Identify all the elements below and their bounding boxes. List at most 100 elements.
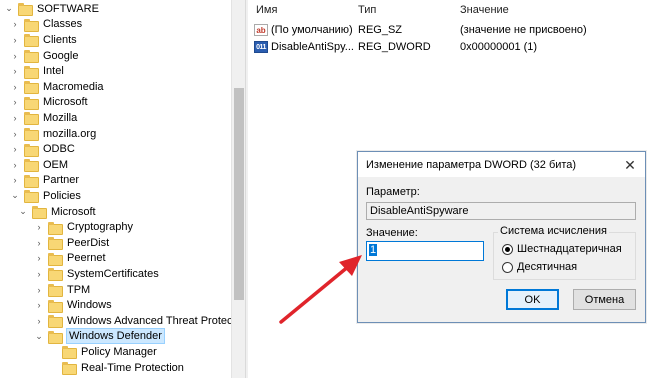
- chevron-right-icon[interactable]: ›: [10, 144, 20, 154]
- chevron-right-icon[interactable]: ›: [34, 222, 44, 232]
- tree-item-label: Windows Advanced Threat Protectio: [67, 314, 245, 327]
- tree-item[interactable]: › mozilla.org: [10, 126, 97, 142]
- folder-icon: [24, 112, 39, 126]
- chevron-right-icon[interactable]: ›: [10, 82, 20, 92]
- folder-icon: [24, 18, 39, 32]
- chevron-right-icon[interactable]: ›: [34, 269, 44, 279]
- chevron-down-icon[interactable]: ⌄: [34, 331, 44, 342]
- chevron-down-icon[interactable]: ⌄: [4, 3, 14, 14]
- value-input[interactable]: 1: [366, 241, 484, 261]
- tree-item-label: Real-Time Protection: [81, 361, 184, 374]
- folder-icon: [48, 252, 63, 266]
- tree-item[interactable]: › Windows: [34, 297, 113, 313]
- close-icon[interactable]: ✕: [615, 153, 645, 177]
- value-label: Значение:: [366, 227, 418, 239]
- tree-item-label: OEM: [43, 158, 69, 171]
- radio-hexadecimal[interactable]: Шестнадцатеричная: [502, 243, 622, 255]
- chevron-right-icon[interactable]: ›: [10, 129, 20, 139]
- registry-tree[interactable]: ⌄ SOFTWARE › Classes › Clients › Google › Intel › M…: [0, 0, 245, 378]
- param-label: Параметр:: [366, 186, 420, 198]
- tree-item[interactable]: › Clients: [10, 32, 78, 48]
- tree-item[interactable]: › Google: [10, 48, 79, 64]
- folder-icon: [62, 346, 77, 360]
- value-type: REG_SZ: [358, 23, 403, 36]
- folder-icon: [48, 315, 63, 329]
- tree-item[interactable]: ⌄ SOFTWARE: [4, 1, 100, 17]
- tree-item[interactable]: › Intel: [10, 63, 65, 79]
- tree-item[interactable]: › TPM: [34, 282, 91, 298]
- chevron-right-icon[interactable]: ›: [34, 253, 44, 263]
- tree-item[interactable]: ⌄ Microsoft: [18, 204, 97, 220]
- tree-item[interactable]: › Windows Advanced Threat Protectio: [34, 313, 245, 329]
- tree-item[interactable]: › Microsoft: [10, 95, 89, 111]
- folder-icon: [48, 268, 63, 282]
- tree-item[interactable]: › Macromedia: [10, 79, 105, 95]
- dialog-title: Изменение параметра DWORD (32 бита): [366, 158, 577, 171]
- folder-icon: [24, 81, 39, 95]
- chevron-right-icon[interactable]: ›: [10, 175, 20, 185]
- chevron-down-icon[interactable]: ⌄: [10, 190, 20, 201]
- tree-scrollbar-thumb[interactable]: [234, 88, 244, 300]
- tree-item[interactable]: › SystemCertificates: [34, 266, 160, 282]
- chevron-right-icon[interactable]: ›: [10, 113, 20, 123]
- tree-item[interactable]: › ODBC: [10, 141, 76, 157]
- tree-item-label: PeerDist: [67, 236, 110, 249]
- chevron-right-icon[interactable]: ›: [34, 285, 44, 295]
- tree-item[interactable]: › Cryptography: [34, 219, 134, 235]
- column-header-value[interactable]: Значение: [460, 4, 509, 16]
- tree-item-label: Policy Manager: [81, 345, 157, 358]
- value-row-default[interactable]: ab (По умолчанию): [254, 22, 353, 37]
- value-name: (По умолчанию): [271, 23, 353, 36]
- tree-item-label: mozilla.org: [43, 127, 97, 140]
- chevron-right-icon[interactable]: ›: [34, 300, 44, 310]
- tree-item[interactable]: Policy Manager: [48, 344, 158, 360]
- folder-icon: [24, 174, 39, 188]
- folder-icon: [48, 221, 63, 235]
- column-header-name[interactable]: Имя: [256, 4, 277, 16]
- tree-item-label: SystemCertificates: [67, 267, 159, 280]
- folder-icon: [24, 159, 39, 173]
- tree-item-label: Classes: [43, 18, 83, 31]
- folder-icon: [62, 362, 77, 376]
- tree-item-label: Google: [43, 49, 79, 62]
- radio-checked-icon[interactable]: [502, 243, 513, 255]
- tree-item[interactable]: › Partner: [10, 173, 80, 189]
- value-row-disableantispyware[interactable]: 011 DisableAntiSpy...: [254, 39, 354, 54]
- tree-item[interactable]: › Peernet: [34, 251, 107, 267]
- tree-item[interactable]: › Mozilla: [10, 110, 78, 126]
- cancel-button[interactable]: Отмена: [573, 289, 636, 310]
- value-type: REG_DWORD: [358, 40, 431, 53]
- chevron-right-icon[interactable]: ›: [10, 35, 20, 45]
- chevron-right-icon[interactable]: ›: [10, 97, 20, 107]
- radio-decimal-label: Десятичная: [517, 261, 578, 273]
- tree-item[interactable]: Real-Time Protection: [48, 360, 185, 376]
- chevron-down-icon[interactable]: ⌄: [18, 206, 28, 217]
- folder-icon: [24, 128, 39, 142]
- chevron-right-icon[interactable]: ›: [34, 238, 44, 248]
- tree-item[interactable]: › OEM: [10, 157, 69, 173]
- tree-item[interactable]: ⌄ Policies: [10, 188, 82, 204]
- folder-icon: [24, 143, 39, 157]
- dword-value-icon: 011: [254, 40, 268, 53]
- tree-scrollbar[interactable]: [231, 0, 245, 378]
- tree-item[interactable]: ⌄ Windows Defender: [34, 328, 165, 345]
- chevron-right-icon[interactable]: ›: [10, 51, 20, 61]
- chevron-right-icon[interactable]: ›: [10, 160, 20, 170]
- tree-item-label: Intel: [43, 65, 64, 78]
- chevron-right-icon[interactable]: ›: [10, 66, 20, 76]
- value-data: (значение не присвоено): [460, 23, 587, 36]
- number-base-group-title: Система исчисления: [498, 225, 609, 237]
- dialog-titlebar[interactable]: Изменение параметра DWORD (32 бита) ✕: [358, 152, 645, 178]
- chevron-right-icon[interactable]: ›: [10, 19, 20, 29]
- tree-item-label: Partner: [43, 174, 80, 187]
- tree-item[interactable]: › PeerDist: [34, 235, 110, 251]
- tree-item-label: TPM: [67, 283, 91, 296]
- tree-item-label: Microsoft: [43, 96, 88, 109]
- chevron-right-icon[interactable]: ›: [34, 316, 44, 326]
- value-data: 0x00000001 (1): [460, 40, 538, 53]
- ok-button[interactable]: OK: [506, 289, 559, 310]
- column-header-type[interactable]: Тип: [358, 4, 376, 16]
- tree-item[interactable]: › Classes: [10, 17, 83, 33]
- radio-unchecked-icon[interactable]: [502, 261, 513, 273]
- radio-decimal[interactable]: Десятичная: [502, 261, 577, 273]
